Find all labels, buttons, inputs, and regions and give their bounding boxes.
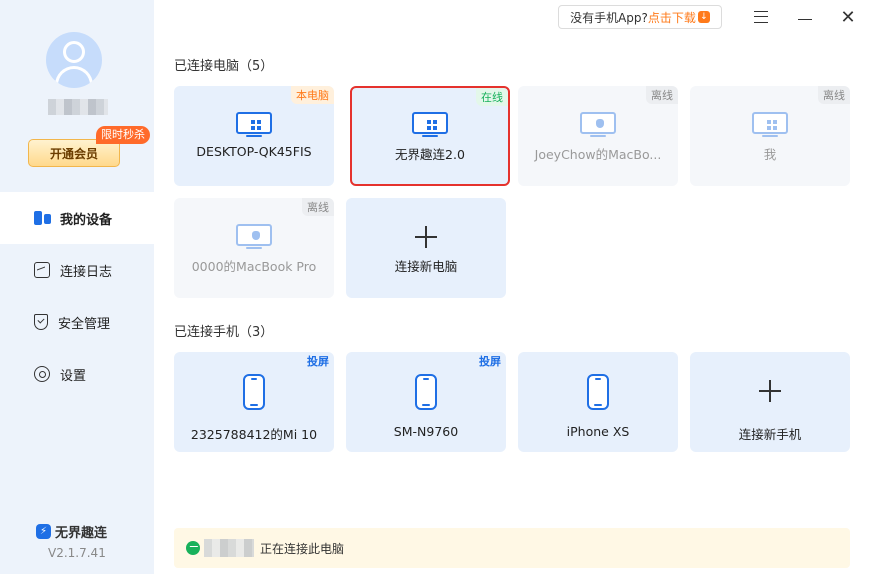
download-app-banner[interactable]: 没有手机App? 点击下载 ↓ [558,5,722,29]
phone-name: 2325788412的Mi 10 [190,427,318,442]
sidebar-item-settings[interactable]: 设置 [0,348,154,400]
sidebar-nav: 我的设备 连接日志 安全管理 设置 [0,192,154,400]
cast-badge[interactable]: 投屏 [302,352,334,370]
username-redacted [48,99,108,115]
status-badge: 离线 [818,86,850,104]
sidebar-item-label: 安全管理 [58,316,111,332]
sidebar-item-label: 连接日志 [60,264,113,280]
status-text: 正在连接此电脑 [260,541,345,556]
computer-name: 0000的MacBook Pro [191,259,317,274]
computer-card[interactable]: 本电脑 DESKTOP-QK45FIS [174,86,334,186]
status-badge: 在线 [476,88,508,106]
sidebar-item-connection-log[interactable]: 连接日志 [0,244,154,296]
phone-name: SM-N9760 [393,424,459,439]
avatar[interactable] [46,32,102,88]
cast-badge[interactable]: 投屏 [474,352,506,370]
computer-name: DESKTOP-QK45FIS [196,144,312,159]
gear-icon [34,366,50,382]
sidebar: 开通会员 限时秒杀 我的设备 连接日志 安全管理 设置 ⚡ 无界趣连 V2.1.… [0,0,154,574]
log-icon [34,262,50,278]
add-phone-label: 连接新手机 [738,427,802,442]
shield-icon [34,314,48,330]
status-badge: 本电脑 [291,86,334,104]
pulse-icon [186,541,200,555]
sidebar-item-label: 我的设备 [60,212,113,228]
windows-pc-icon [412,112,448,138]
phones-section-title: 已连接手机（3） [174,325,274,340]
plus-icon [415,226,437,248]
sidebar-item-my-devices[interactable]: 我的设备 [0,192,154,244]
computer-card-selected[interactable]: 在线 无界趣连2.0 [350,86,510,186]
plus-icon [759,380,781,402]
mac-pc-icon [236,224,272,250]
windows-pc-icon [752,112,788,138]
sidebar-item-label: 设置 [60,368,87,384]
menu-icon[interactable] [750,6,772,28]
phone-icon [415,374,437,410]
status-badge: 离线 [646,86,678,104]
add-phone-button[interactable]: 连接新手机 [690,352,850,452]
app-version: V2.1.7.41 [48,546,106,560]
brand: ⚡ 无界趣连 [36,522,107,541]
phone-card[interactable]: iPhone XS [518,352,678,452]
download-icon: ↓ [697,11,710,23]
phone-icon [587,374,609,410]
devices-icon [34,210,51,226]
brand-name: 无界趣连 [55,526,108,541]
windows-pc-icon [236,112,272,138]
close-icon[interactable]: ✕ [837,6,859,28]
computers-section-title: 已连接电脑（5） [174,59,274,74]
device-name-redacted [204,539,254,557]
mac-pc-icon [580,112,616,138]
avatar-head [63,41,85,63]
computer-name: 无界趣连2.0 [395,147,465,162]
phone-card[interactable]: 投屏 SM-N9760 [346,352,506,452]
download-link[interactable]: 点击下载 [648,9,696,26]
connection-status-bar: 正在连接此电脑 [174,528,850,568]
no-phone-app-text: 没有手机App? [570,10,648,25]
add-computer-button[interactable]: 连接新电脑 [346,198,506,298]
status-badge: 离线 [302,198,334,216]
phone-icon [243,374,265,410]
minimize-icon[interactable] [794,6,816,28]
phone-card[interactable]: 投屏 2325788412的Mi 10 [174,352,334,452]
promo-badge: 限时秒杀 [96,126,150,144]
avatar-body [55,66,93,88]
computer-name: JoeyChow的MacBo... [534,147,662,162]
brand-logo-icon: ⚡ [36,524,51,539]
computer-card[interactable]: 离线 JoeyChow的MacBo... [518,86,678,186]
computer-name: 我 [763,147,777,162]
computer-card[interactable]: 离线 我 [690,86,850,186]
phone-name: iPhone XS [566,424,630,439]
add-computer-label: 连接新电脑 [394,259,458,274]
sidebar-item-security[interactable]: 安全管理 [0,296,154,348]
computer-card[interactable]: 离线 0000的MacBook Pro [174,198,334,298]
